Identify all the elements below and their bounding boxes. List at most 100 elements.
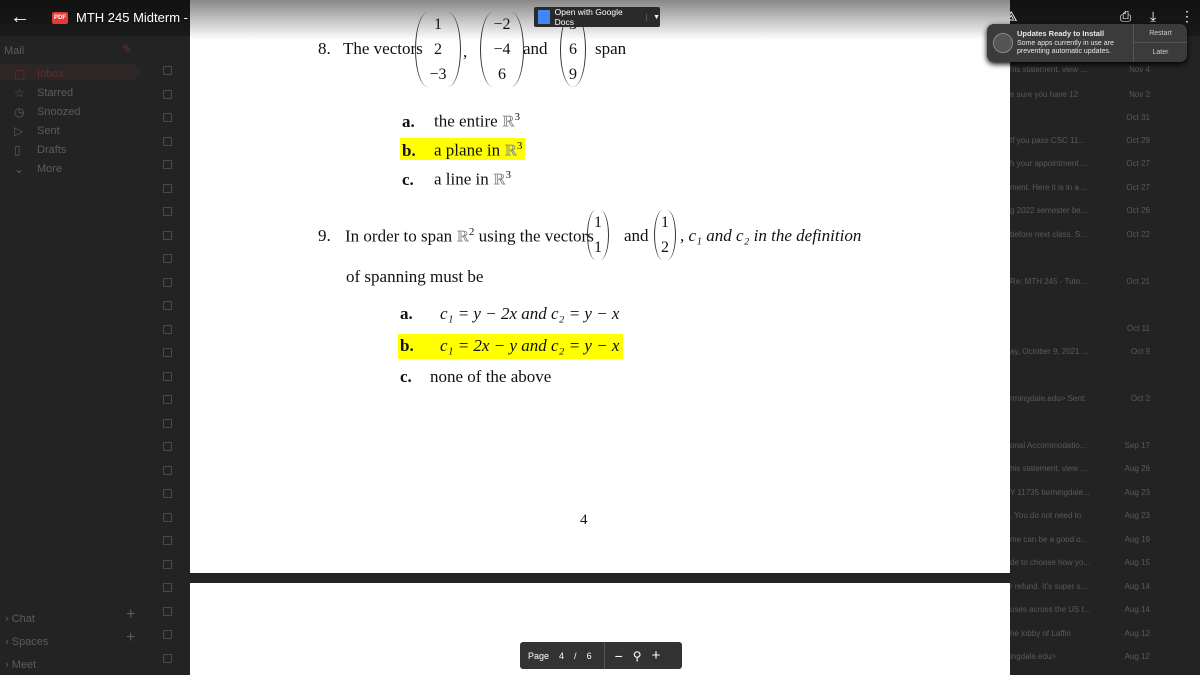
email-checkbox[interactable]	[163, 160, 172, 169]
email-row[interactable]: rmingdale.edu> Sent: Oct 2	[1010, 394, 1160, 406]
email-snippet: before next class. S...	[1010, 230, 1087, 239]
email-row[interactable]: , You do not need to Aug 23	[1010, 511, 1160, 523]
email-date: Nov 2	[1129, 90, 1150, 99]
email-row[interactable]: g 2022 semester be... Oct 26	[1010, 206, 1160, 218]
more-options-icon[interactable]: ⋮	[1180, 8, 1194, 25]
email-checkbox[interactable]	[163, 442, 172, 451]
email-date: Aug 14	[1124, 582, 1150, 591]
email-checkbox[interactable]	[163, 465, 172, 475]
q9-option: c. none of the above	[400, 367, 552, 386]
email-row[interactable]: ment. Here it is in a ... Oct 27	[1010, 183, 1160, 195]
notification-title: Updates Ready to Install	[1017, 29, 1105, 38]
sidebar-item-snoozed[interactable]: Snoozed	[37, 106, 80, 118]
sidebar-item-drafts[interactable]: Drafts	[37, 144, 66, 156]
email-checkbox[interactable]	[163, 183, 172, 193]
email-date: Aug 23	[1124, 511, 1150, 520]
email-row[interactable]: de to choose how yo... Aug 15	[1010, 558, 1160, 570]
email-checkbox[interactable]	[163, 324, 172, 334]
restart-button[interactable]: Restart	[1133, 24, 1187, 43]
email-checkbox[interactable]	[163, 583, 172, 592]
email-row[interactable]: his statement, view ... Nov 4	[1010, 65, 1160, 77]
sidebar-item-more[interactable]: More	[37, 163, 62, 175]
email-row[interactable]: Re: MTH 245 - Tuto... Oct 21	[1010, 277, 1160, 289]
email-row[interactable]: r refund. It's super s... Aug 14	[1010, 582, 1160, 594]
sidebar-item-sent[interactable]: Sent	[37, 125, 60, 137]
q9-option: a. c₁ = y − 2x and c₂ = y − x	[400, 304, 620, 323]
sidebar-item-inbox[interactable]: Inbox	[37, 68, 64, 80]
zoom-in-icon[interactable]: +	[652, 647, 661, 664]
email-row[interactable]: e sure you have 12 Nov 2	[1010, 90, 1160, 102]
email-row[interactable]: before next class. S... Oct 22	[1010, 230, 1160, 242]
email-row[interactable]: ingdale.edu> Aug 12	[1010, 652, 1160, 664]
mail-section[interactable]: Mail	[4, 45, 24, 57]
question-9-number: 9.	[318, 226, 331, 245]
email-checkbox[interactable]	[163, 254, 172, 263]
notification-body-2: preventing automatic updates.	[1017, 48, 1111, 55]
email-checkbox[interactable]	[163, 371, 172, 381]
email-checkbox[interactable]	[163, 653, 172, 663]
email-row[interactable]: Y 11735 farmingdale... Aug 23	[1010, 488, 1160, 500]
email-checkbox[interactable]	[163, 536, 172, 545]
page-current-input[interactable]: 4	[559, 651, 564, 661]
inbox-icon: ▢	[14, 67, 26, 81]
later-button[interactable]: Later	[1133, 43, 1187, 62]
email-checkbox[interactable]	[163, 606, 172, 616]
sidebar-item-starred[interactable]: Starred	[37, 87, 73, 99]
email-checkbox[interactable]	[163, 348, 172, 357]
email-checkbox[interactable]	[163, 489, 172, 498]
meet-section[interactable]: › Meet	[5, 659, 36, 671]
email-row[interactable]: his statement, view ... Aug 26	[1010, 464, 1160, 476]
zoom-out-icon[interactable]: −	[615, 648, 623, 664]
open-with-google-docs-button[interactable]: Open with Google Docs ▼	[534, 7, 660, 27]
email-date: Aug 23	[1124, 488, 1150, 497]
email-checkbox[interactable]	[163, 113, 172, 122]
email-snippet: uses across the US t...	[1010, 605, 1091, 614]
pdf-page-4: 8. The vectors 12−3 , −2−46 and 369 span…	[190, 0, 1010, 573]
email-row[interactable]: Oct 11	[1010, 324, 1160, 336]
email-row[interactable]: If you pass CSC 11... Oct 29	[1010, 136, 1160, 148]
email-snippet: rmingdale.edu> Sent:	[1010, 394, 1087, 403]
email-date: Aug 12	[1124, 629, 1150, 638]
email-checkbox[interactable]	[163, 277, 172, 287]
email-checkbox[interactable]	[163, 395, 172, 404]
email-checkbox[interactable]	[163, 630, 172, 639]
email-date: Aug 12	[1124, 652, 1150, 661]
email-checkbox[interactable]	[163, 301, 172, 310]
email-row[interactable]: ay, October 9, 2021 ... Oct 9	[1010, 347, 1160, 359]
email-row[interactable]: uses across the US t... Aug 14	[1010, 605, 1160, 617]
print-icon[interactable]: ⎙	[1120, 8, 1131, 25]
add-space-icon[interactable]: +	[126, 629, 135, 647]
zoom-reset-magnifier-icon[interactable]: ⚲	[633, 649, 642, 663]
spaces-section[interactable]: › Spaces	[5, 636, 48, 648]
caret-down-icon[interactable]: ▼	[646, 13, 660, 21]
chat-section[interactable]: › Chat	[5, 613, 35, 625]
download-icon[interactable]: ⤓	[1150, 8, 1156, 25]
email-checkbox[interactable]	[163, 207, 172, 216]
pdf-file-icon: PDF	[52, 11, 68, 24]
email-row[interactable]: onal Accommodatio... Sep 17	[1010, 441, 1160, 453]
email-checkbox[interactable]	[163, 418, 172, 428]
email-checkbox[interactable]	[163, 89, 172, 99]
back-arrow-icon[interactable]: ←	[10, 6, 30, 29]
email-date: Oct 9	[1130, 347, 1150, 356]
email-checkbox[interactable]	[163, 559, 172, 569]
email-date: Oct 22	[1126, 230, 1150, 239]
email-checkbox[interactable]	[163, 230, 172, 240]
email-date: Oct 2	[1130, 394, 1150, 403]
and-text: and	[523, 39, 548, 58]
add-chat-icon[interactable]: +	[126, 606, 135, 624]
email-row[interactable]: h your appointment ... Oct 27	[1010, 159, 1160, 171]
email-row[interactable]: Oct 31	[1010, 113, 1160, 125]
email-row[interactable]: he lobby of Laffin Aug 12	[1010, 629, 1160, 641]
email-date: Oct 11	[1127, 324, 1150, 333]
email-checkbox[interactable]	[163, 136, 172, 146]
email-date: Aug 15	[1124, 558, 1150, 567]
compose-pencil-icon[interactable]: ✎	[122, 42, 132, 56]
send-icon: ▷	[14, 124, 24, 138]
email-checkbox[interactable]	[163, 512, 172, 522]
system-preferences-icon	[993, 33, 1013, 53]
page-label: Page	[528, 650, 550, 661]
email-checkbox[interactable]	[163, 66, 172, 75]
email-row[interactable]: me can be a good o... Aug 19	[1010, 535, 1160, 547]
question-8-number: 8.	[318, 39, 331, 58]
